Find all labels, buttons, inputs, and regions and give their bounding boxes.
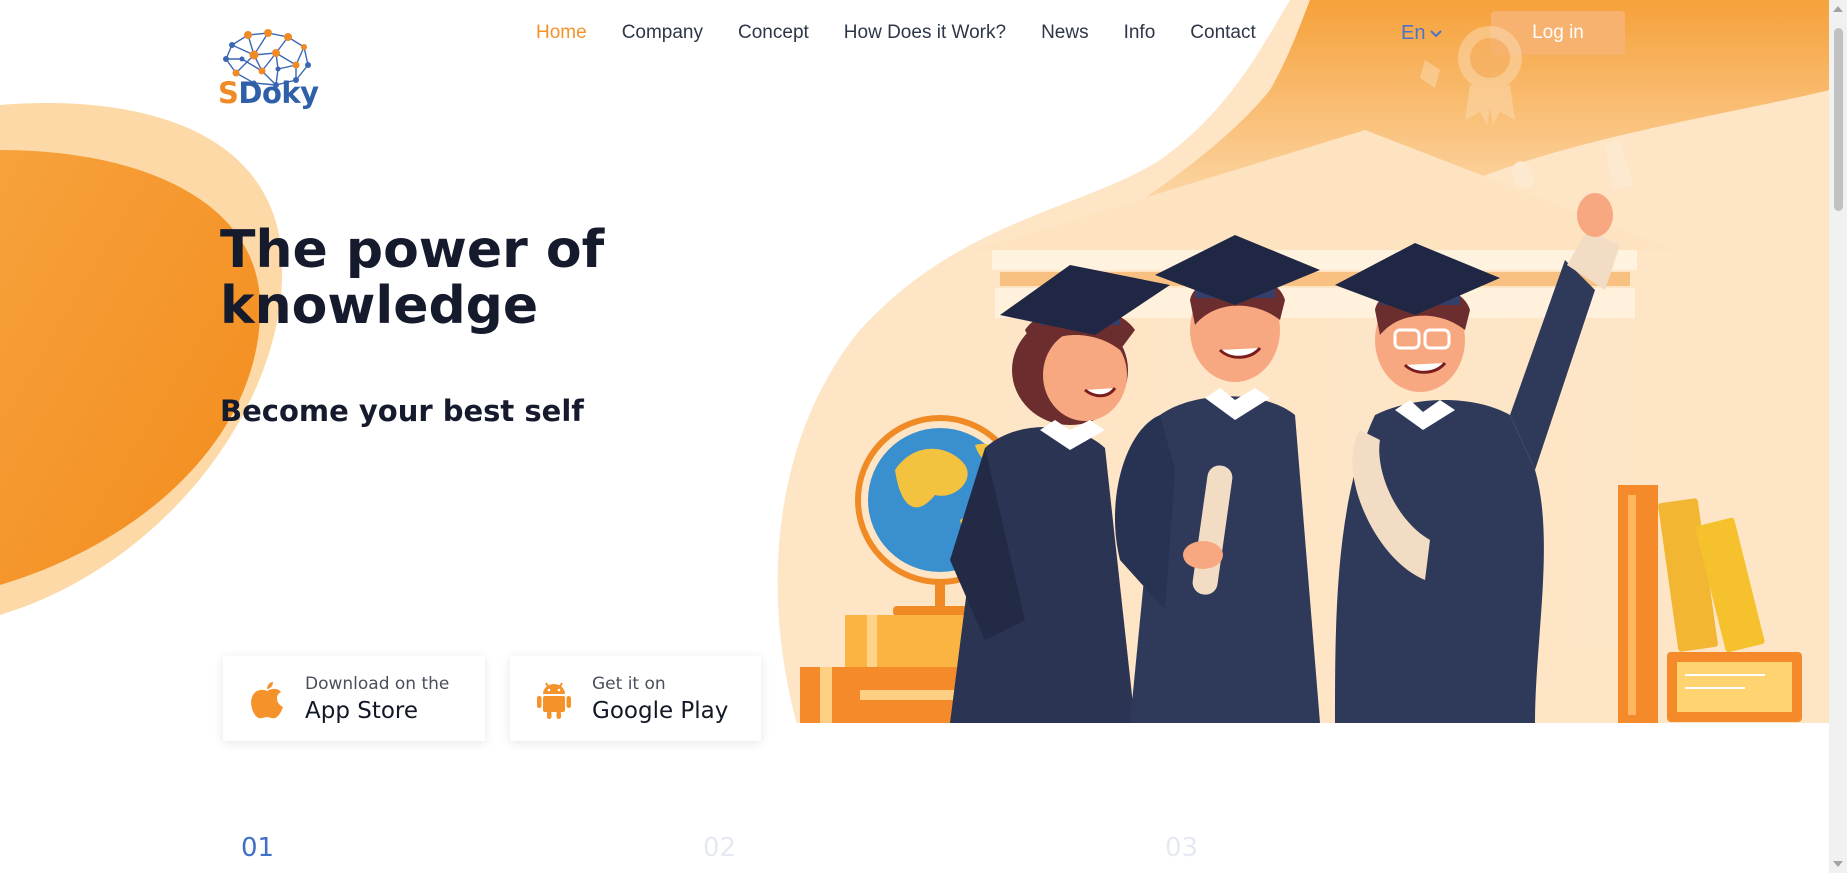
app-store-label: App Store <box>305 697 419 724</box>
award-badge-icon <box>1420 26 1522 125</box>
app-store-small-label: Download on the <box>305 673 450 694</box>
google-play-button[interactable]: Get it on Google Play <box>510 656 761 741</box>
logo-letter-s: S <box>218 76 239 110</box>
nav-company[interactable]: Company <box>622 22 703 44</box>
step-number-1[interactable]: 01 <box>241 833 274 863</box>
step-number-2[interactable]: 02 <box>703 833 736 863</box>
hero-title: The power of knowledge <box>220 220 605 336</box>
google-play-small-label: Get it on <box>592 673 666 694</box>
step-number-3[interactable]: 03 <box>1165 833 1198 863</box>
app-store-button[interactable]: Download on the App Store <box>223 656 485 741</box>
nav-home[interactable]: Home <box>536 22 587 44</box>
hero-subtitle: Become your best self <box>220 394 584 428</box>
scroll-down-icon[interactable] <box>1833 861 1843 867</box>
apple-icon <box>247 677 287 721</box>
android-icon <box>534 677 574 721</box>
logo-wordmark[interactable]: SDoky <box>218 76 319 110</box>
logo-name: Doky <box>238 76 319 110</box>
google-play-label: Google Play <box>592 697 729 724</box>
graduates-illustration <box>775 26 1847 735</box>
page-scrollbar[interactable] <box>1829 0 1847 873</box>
scrollbar-thumb[interactable] <box>1834 28 1843 211</box>
scroll-up-icon[interactable] <box>1833 6 1843 12</box>
